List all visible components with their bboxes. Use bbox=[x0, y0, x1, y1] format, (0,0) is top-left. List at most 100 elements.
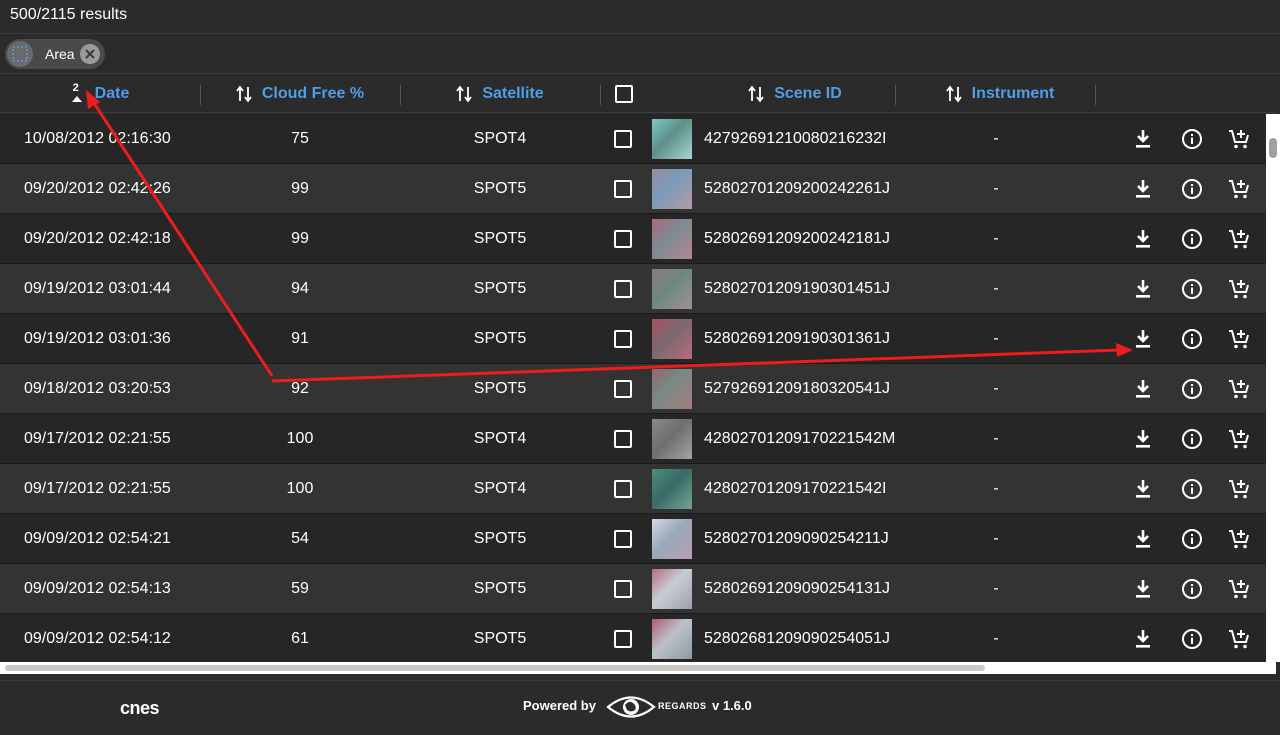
download-icon[interactable] bbox=[1134, 464, 1154, 514]
scene-thumbnail[interactable] bbox=[652, 319, 692, 359]
table-row[interactable]: 09/09/2012 02:54:21 54 SPOT5 52802701209090… bbox=[0, 514, 1266, 564]
scene-thumbnail[interactable] bbox=[652, 469, 692, 509]
add-to-cart-icon[interactable] bbox=[1228, 464, 1250, 514]
table-row[interactable]: 09/17/2012 02:21:55 100 SPOT4 4280270120917… bbox=[0, 414, 1266, 464]
row-checkbox-cell[interactable] bbox=[614, 164, 634, 214]
row-checkbox[interactable] bbox=[614, 430, 632, 448]
row-checkbox-cell[interactable] bbox=[614, 214, 634, 264]
select-all-checkbox-cell[interactable] bbox=[614, 75, 634, 113]
add-to-cart-icon[interactable] bbox=[1228, 264, 1250, 314]
row-checkbox[interactable] bbox=[614, 180, 632, 198]
row-checkbox-cell[interactable] bbox=[614, 464, 634, 514]
row-checkbox-cell[interactable] bbox=[614, 514, 634, 564]
row-checkbox[interactable] bbox=[614, 330, 632, 348]
info-icon[interactable] bbox=[1181, 164, 1203, 214]
info-icon[interactable] bbox=[1181, 464, 1203, 514]
add-to-cart-icon[interactable] bbox=[1228, 214, 1250, 264]
row-checkbox[interactable] bbox=[614, 580, 632, 598]
scene-thumbnail[interactable] bbox=[652, 369, 692, 409]
row-checkbox-cell[interactable] bbox=[614, 314, 634, 364]
info-icon[interactable] bbox=[1181, 364, 1203, 414]
horizontal-scrollbar[interactable] bbox=[0, 662, 1276, 674]
info-icon[interactable] bbox=[1181, 564, 1203, 614]
scene-thumbnail-cell[interactable] bbox=[652, 314, 692, 364]
row-checkbox-cell[interactable] bbox=[614, 614, 634, 662]
column-header-cloud-free[interactable]: Cloud Free % bbox=[200, 75, 400, 113]
vertical-scrollbar[interactable] bbox=[1266, 114, 1280, 662]
sort-icon[interactable] bbox=[456, 85, 473, 103]
info-icon[interactable] bbox=[1181, 114, 1203, 164]
add-to-cart-icon[interactable] bbox=[1228, 164, 1250, 214]
horizontal-scrollbar-thumb[interactable] bbox=[5, 665, 985, 671]
add-to-cart-icon[interactable] bbox=[1228, 364, 1250, 414]
column-divider[interactable] bbox=[600, 85, 601, 105]
sort-icon[interactable] bbox=[748, 85, 764, 103]
scene-thumbnail-cell[interactable] bbox=[652, 164, 692, 214]
scene-thumbnail-cell[interactable] bbox=[652, 364, 692, 414]
select-all-checkbox[interactable] bbox=[615, 85, 633, 103]
add-to-cart-icon[interactable] bbox=[1228, 314, 1250, 364]
row-checkbox[interactable] bbox=[614, 130, 632, 148]
column-divider[interactable] bbox=[1095, 85, 1096, 105]
column-header-scene-id[interactable]: Scene ID bbox=[695, 75, 895, 113]
row-checkbox[interactable] bbox=[614, 630, 632, 648]
scene-thumbnail-cell[interactable] bbox=[652, 114, 692, 164]
row-checkbox-cell[interactable] bbox=[614, 364, 634, 414]
scene-thumbnail-cell[interactable] bbox=[652, 464, 692, 514]
scene-thumbnail[interactable] bbox=[652, 569, 692, 609]
column-divider[interactable] bbox=[895, 85, 896, 105]
row-checkbox[interactable] bbox=[614, 380, 632, 398]
download-icon[interactable] bbox=[1134, 364, 1154, 414]
scene-thumbnail-cell[interactable] bbox=[652, 214, 692, 264]
info-icon[interactable] bbox=[1181, 414, 1203, 464]
info-icon[interactable] bbox=[1181, 264, 1203, 314]
row-checkbox[interactable] bbox=[614, 530, 632, 548]
download-icon[interactable] bbox=[1134, 114, 1154, 164]
table-row[interactable]: 09/19/2012 03:01:44 94 SPOT5 52802701209190… bbox=[0, 264, 1266, 314]
download-icon[interactable] bbox=[1134, 214, 1154, 264]
download-icon[interactable] bbox=[1134, 414, 1154, 464]
info-icon[interactable] bbox=[1181, 214, 1203, 264]
column-header-date[interactable]: 2 Date bbox=[0, 75, 200, 113]
add-to-cart-icon[interactable] bbox=[1228, 614, 1250, 662]
download-icon[interactable] bbox=[1134, 614, 1154, 662]
scene-thumbnail-cell[interactable] bbox=[652, 414, 692, 464]
sort-icon[interactable]: 2 bbox=[71, 82, 83, 105]
scene-thumbnail-cell[interactable] bbox=[652, 264, 692, 314]
table-row[interactable]: 09/18/2012 03:20:53 92 SPOT5 52792691209180… bbox=[0, 364, 1266, 414]
scene-thumbnail-cell[interactable] bbox=[652, 564, 692, 614]
vertical-scrollbar-thumb[interactable] bbox=[1269, 138, 1277, 158]
scene-thumbnail[interactable] bbox=[652, 619, 692, 659]
info-icon[interactable] bbox=[1181, 314, 1203, 364]
row-checkbox-cell[interactable] bbox=[614, 564, 634, 614]
scene-thumbnail[interactable] bbox=[652, 169, 692, 209]
table-row[interactable]: 10/08/2012 02:16:30 75 SPOT4 42792691210080… bbox=[0, 114, 1266, 164]
add-to-cart-icon[interactable] bbox=[1228, 564, 1250, 614]
row-checkbox-cell[interactable] bbox=[614, 414, 634, 464]
column-header-satellite[interactable]: Satellite bbox=[400, 75, 600, 113]
add-to-cart-icon[interactable] bbox=[1228, 414, 1250, 464]
scene-thumbnail[interactable] bbox=[652, 119, 692, 159]
close-icon[interactable] bbox=[80, 44, 100, 64]
info-icon[interactable] bbox=[1181, 514, 1203, 564]
scene-thumbnail-cell[interactable] bbox=[652, 614, 692, 662]
scene-thumbnail[interactable] bbox=[652, 419, 692, 459]
download-icon[interactable] bbox=[1134, 314, 1154, 364]
row-checkbox-cell[interactable] bbox=[614, 114, 634, 164]
info-icon[interactable] bbox=[1181, 614, 1203, 662]
sort-icon[interactable] bbox=[945, 85, 962, 103]
download-icon[interactable] bbox=[1134, 264, 1154, 314]
row-checkbox-cell[interactable] bbox=[614, 264, 634, 314]
add-to-cart-icon[interactable] bbox=[1228, 114, 1250, 164]
table-row[interactable]: 09/09/2012 02:54:13 59 SPOT5 52802691209090… bbox=[0, 564, 1266, 614]
add-to-cart-icon[interactable] bbox=[1228, 514, 1250, 564]
scene-thumbnail[interactable] bbox=[652, 219, 692, 259]
scene-thumbnail[interactable] bbox=[652, 519, 692, 559]
sort-icon[interactable] bbox=[236, 85, 252, 103]
download-icon[interactable] bbox=[1134, 164, 1154, 214]
column-header-instrument[interactable]: Instrument bbox=[900, 75, 1100, 113]
row-checkbox[interactable] bbox=[614, 230, 632, 248]
table-row[interactable]: 09/17/2012 02:21:55 100 SPOT4 4280270120917… bbox=[0, 464, 1266, 514]
row-checkbox[interactable] bbox=[614, 280, 632, 298]
scene-thumbnail[interactable] bbox=[652, 269, 692, 309]
